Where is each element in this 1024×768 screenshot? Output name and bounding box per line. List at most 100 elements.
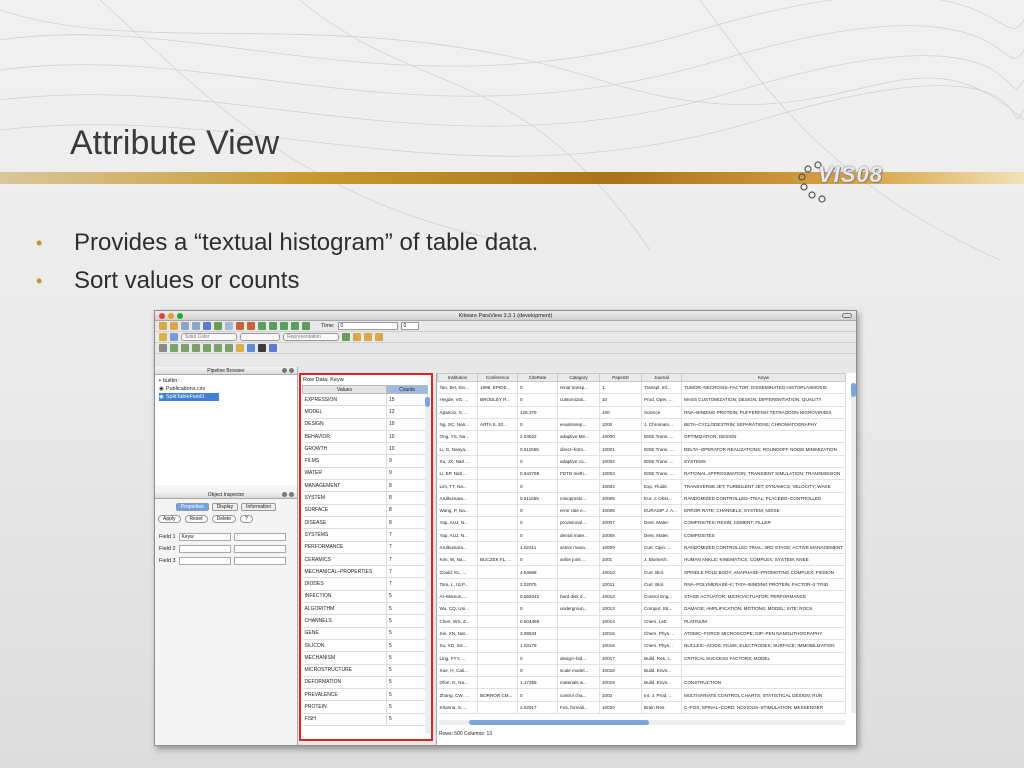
table-row[interactable]: Hegde, VG, ... BRODLEY R... 0 customizati..… [437, 393, 846, 407]
histogram-row[interactable]: CHANNELS 5 [302, 614, 428, 628]
slice-filter-icon[interactable] [192, 344, 200, 352]
table-row[interactable]: Arulkumara... 0.511555 misoprosto... 10005 E… [437, 492, 846, 505]
scroll-thumb[interactable] [425, 397, 430, 407]
zoom-icon[interactable] [214, 322, 222, 330]
contour-filter-icon[interactable] [170, 344, 178, 352]
float-panel-icon[interactable] [282, 368, 287, 373]
array-combo[interactable] [240, 333, 280, 341]
histogram-row[interactable]: BEHAVIOR 10 [302, 430, 428, 444]
histogram-row[interactable]: DEFORMATION 5 [302, 676, 428, 690]
table-row[interactable]: Arulkumara... 1.02311 active mana... 10009 C… [437, 541, 846, 555]
glyph-filter-icon[interactable] [225, 344, 233, 352]
last-frame-icon[interactable] [302, 322, 310, 330]
table-row[interactable]: Tan, BH, Sin... 1999, EPIDE... 0 renal tran… [437, 381, 846, 395]
calculator-filter-icon[interactable] [159, 344, 167, 352]
histogram-row[interactable]: FISH 5 [302, 713, 428, 727]
tree-item-splittable[interactable]: ◉ SplitTableField1 [159, 393, 219, 401]
scroll-thumb[interactable] [469, 720, 649, 725]
float-panel-icon[interactable] [282, 492, 287, 497]
table-row[interactable]: Xu, JX, Natl ... 0 adaptive co... 10002 IEEE… [437, 455, 846, 469]
histogram-row[interactable]: SYSTEM 8 [302, 491, 428, 505]
histogram-row[interactable]: DISEASE 8 [302, 516, 428, 530]
histogram-row[interactable]: DESIGN 10 [302, 418, 428, 431]
reset-camera-icon[interactable] [342, 333, 350, 341]
color-by-combo[interactable]: Solid Color [181, 333, 237, 341]
table-vertical-scrollbar[interactable] [851, 383, 856, 713]
table-row[interactable]: Ling, FYY, ... 0 design–bid... 10017 Build. … [437, 652, 846, 665]
tab-properties[interactable]: Properties [175, 503, 209, 511]
representation-combo[interactable]: Representation [283, 333, 339, 341]
column-header[interactable]: Conference [477, 373, 518, 382]
save-file-icon[interactable] [170, 322, 178, 330]
bar-chart-view-icon[interactable] [236, 344, 244, 352]
table-row[interactable]: Khanna, S, ... 2.02917 Fos, formali... 1002… [437, 701, 846, 715]
view-y-icon[interactable] [364, 333, 372, 341]
view-z-icon[interactable] [375, 333, 383, 341]
table-row[interactable]: Al–Mamun, ... 0.559342 hard disk d... 10012… [437, 590, 846, 604]
histogram-row[interactable]: INFECTION 5 [302, 590, 428, 604]
column-header[interactable]: Journal [641, 373, 682, 382]
histogram-row[interactable]: SYSTEMS 7 [302, 528, 428, 542]
histogram-row[interactable]: MICROSTRUCTURE 5 [302, 664, 428, 677]
counts-column-header[interactable]: Counts [386, 385, 428, 394]
color-legend-icon[interactable] [159, 333, 167, 341]
redo-icon[interactable] [247, 322, 255, 330]
eye-icon[interactable]: ◉ [159, 393, 164, 401]
next-frame-icon[interactable] [291, 322, 299, 330]
apply-button[interactable]: Apply [158, 515, 181, 523]
table-row[interactable]: Xie, XN, Nat... 3.09534 10015 Chem. Phys...… [437, 627, 846, 641]
scroll-thumb[interactable] [851, 383, 856, 397]
table-row[interactable]: Wu, CQ, Uni... 0 undergroun... 10013 Comput.… [437, 602, 846, 616]
threshold-filter-icon[interactable] [203, 344, 211, 352]
table-row[interactable]: Tora, L, ULP... 2.02075 10011 Curr. Biol. RN… [437, 578, 846, 592]
field-1-input[interactable]: Keyw [178, 533, 231, 541]
table-row[interactable]: Wang, P, Na... 0 error rate e... 10006 EURAS… [437, 504, 846, 518]
table-row[interactable]: Zhang, CW, ... BORROR CM... 0 control cha..… [437, 688, 846, 702]
help-icon[interactable] [203, 322, 211, 330]
histogram-row[interactable]: DIODES 7 [302, 577, 428, 591]
undo-icon[interactable] [236, 322, 244, 330]
color-map-icon[interactable] [170, 333, 178, 341]
field-2-delimiter-input[interactable] [233, 545, 286, 553]
disconnect-icon[interactable] [192, 322, 200, 330]
table-row[interactable]: Xue, H, Cali... 0 scale model... 10018 Build… [437, 664, 846, 678]
table-view-icon[interactable] [269, 344, 277, 352]
field-1-delimiter-input[interactable]: ; [233, 533, 286, 541]
select-icon[interactable] [225, 322, 233, 330]
field-2-input[interactable] [178, 545, 231, 553]
histogram-row[interactable]: MECHANICAL–PROPERTIES 7 [302, 565, 428, 579]
table-row[interactable]: Gould, KL, ... 4.54668 10010 Curr. Biol. SPI… [437, 565, 846, 579]
reset-button[interactable]: Reset [184, 515, 208, 523]
histogram-view-icon[interactable] [258, 344, 266, 352]
histogram-row[interactable]: EXPRESSION 15 [302, 393, 428, 407]
table-row[interactable]: Yap, AUJ, N... 0 provisional ... 10007 Dent.… [437, 516, 846, 530]
tree-item-builtin[interactable]: ▪ builtin: [159, 377, 293, 385]
close-panel-icon[interactable] [289, 368, 294, 373]
table-row[interactable]: Aparicio, S, ... 126.379 100 Science RNA–BIN… [437, 406, 846, 419]
connect-icon[interactable] [181, 322, 189, 330]
play-icon[interactable] [280, 322, 288, 330]
histogram-row[interactable]: GENE 5 [302, 627, 428, 640]
histogram-row[interactable]: MANAGEMENT 8 [302, 479, 428, 493]
delete-button[interactable]: Delete [211, 515, 237, 523]
histogram-scrollbar[interactable] [425, 397, 430, 733]
table-row[interactable]: Chen, WX, Z... 0.504489 10014 Chem. Lett. PL… [437, 615, 846, 628]
table-row[interactable]: Yap, AUJ, N... 0 dental mate... 10008 Dent. … [437, 529, 846, 542]
field-3-input[interactable] [178, 557, 231, 565]
line-chart-view-icon[interactable] [247, 344, 255, 352]
histogram-row[interactable]: PERFORMANCE 7 [302, 541, 428, 554]
view-x-icon[interactable] [353, 333, 361, 341]
time-input[interactable]: 0 [337, 322, 398, 330]
clip-filter-icon[interactable] [181, 344, 189, 352]
table-row[interactable]: Ng, SC, Nan... ARTA 5, 20... 0 enantiosep..… [437, 418, 846, 432]
histogram-row[interactable]: WATER 9 [302, 467, 428, 481]
histogram-row[interactable]: PREVALENCE 5 [302, 688, 428, 702]
histogram-row[interactable]: CERAMICS 7 [302, 553, 428, 567]
row-data-selector[interactable]: Row Data: Keyw [301, 375, 431, 385]
histogram-row[interactable]: FILMS 9 [302, 454, 428, 468]
prev-frame-icon[interactable] [269, 322, 277, 330]
first-frame-icon[interactable] [258, 322, 266, 330]
histogram-row[interactable]: PROTEIN 5 [302, 700, 428, 714]
table-row[interactable]: Kim, W, Na... BUCZEK FL, ... 0 ankle joint … [437, 553, 846, 567]
tab-information[interactable]: Information [241, 503, 277, 511]
